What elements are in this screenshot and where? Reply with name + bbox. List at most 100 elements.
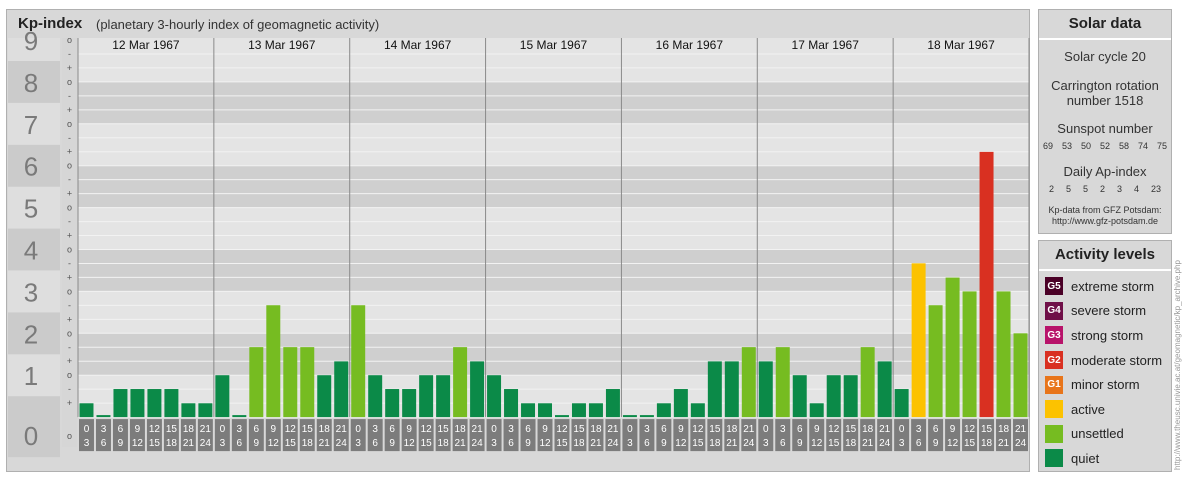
kp-bar xyxy=(826,375,841,418)
interval-end-label: 24 xyxy=(200,438,212,449)
y-tick-label: 8 xyxy=(24,68,38,98)
kp-bar xyxy=(215,375,230,418)
day-label: 18 Mar 1967 xyxy=(927,38,995,52)
interval-end-label: 6 xyxy=(508,438,514,449)
y-minor-tick: + xyxy=(67,231,72,241)
interval-start-label: 18 xyxy=(183,424,195,435)
day-label: 13 Mar 1967 xyxy=(248,38,316,52)
interval-end-label: 3 xyxy=(763,438,769,449)
activity-swatch xyxy=(1045,424,1063,443)
ap-value: 23 xyxy=(1151,184,1162,194)
ap-value: 3 xyxy=(1117,184,1123,194)
interval-start-label: 12 xyxy=(964,424,976,435)
y-tick-label: 6 xyxy=(24,152,38,182)
interval-start-label: 21 xyxy=(200,424,212,435)
y-minor-tick: + xyxy=(67,398,72,408)
interval-start-label: 6 xyxy=(525,424,531,435)
ap-value: 2 xyxy=(1099,184,1105,194)
interval-end-label: 18 xyxy=(302,438,314,449)
interval-start-label: 18 xyxy=(590,424,602,435)
y-tick-label: 7 xyxy=(24,110,38,140)
kp-bar xyxy=(385,389,400,418)
interval-start-label: 6 xyxy=(389,424,395,435)
interval-end-label: 12 xyxy=(811,438,823,449)
interval-end-label: 9 xyxy=(933,438,939,449)
interval-end-label: 18 xyxy=(438,438,450,449)
source-watermark: http://www.theusc.univie.ac.at/geomagnet… xyxy=(1173,260,1182,470)
interval-end-label: 6 xyxy=(916,438,922,449)
y-minor-tick: o xyxy=(67,161,72,171)
interval-end-label: 3 xyxy=(491,438,497,449)
interval-start-label: 9 xyxy=(950,424,956,435)
interval-end-label: 12 xyxy=(268,438,280,449)
ap-value: 2 xyxy=(1048,184,1054,194)
y-minor-tick: + xyxy=(67,356,72,366)
kp-bar xyxy=(911,263,926,418)
day-label: 16 Mar 1967 xyxy=(656,38,724,52)
activity-level-quiet: quiet xyxy=(1039,446,1171,471)
y-minor-tick: o xyxy=(67,328,72,338)
kp-bar xyxy=(79,403,94,418)
kp-bar xyxy=(164,389,179,418)
kp-bar xyxy=(571,403,586,418)
kp-bar xyxy=(521,403,536,418)
interval-start-label: 15 xyxy=(573,424,585,435)
interval-start-label: 15 xyxy=(981,424,993,435)
interval-end-label: 15 xyxy=(285,438,297,449)
interval-end-label: 21 xyxy=(590,438,602,449)
activity-label: strong storm xyxy=(1071,327,1144,343)
sunspot-values: 69 53 50 52 58 74 75 xyxy=(1039,141,1171,151)
interval-end-label: 18 xyxy=(845,438,857,449)
interval-end-label: 24 xyxy=(472,438,484,449)
day-label: 14 Mar 1967 xyxy=(384,38,452,52)
interval-end-label: 3 xyxy=(355,438,361,449)
y-minor-tick: - xyxy=(68,342,71,352)
y-minor-tick: + xyxy=(67,63,72,73)
interval-end-label: 15 xyxy=(556,438,568,449)
level-band xyxy=(78,249,1029,292)
sunspot-value: 74 xyxy=(1138,141,1149,151)
activity-levels-box: Activity levels G5 extreme storm G4 severe … xyxy=(1038,240,1172,472)
kp-bar xyxy=(317,375,332,418)
interval-end-label: 12 xyxy=(539,438,551,449)
day-label: 12 Mar 1967 xyxy=(112,38,180,52)
interval-start-label: 0 xyxy=(491,424,497,435)
interval-start-label: 21 xyxy=(1015,424,1027,435)
kp-bar xyxy=(113,389,128,418)
interval-start-label: 15 xyxy=(845,424,857,435)
interval-start-label: 15 xyxy=(438,424,450,435)
kp-bar xyxy=(622,415,637,418)
kp-bar xyxy=(860,347,875,418)
kp-bar xyxy=(249,347,264,418)
interval-start-label: 21 xyxy=(607,424,619,435)
kp-bar xyxy=(368,375,383,418)
kp-bar xyxy=(181,403,196,418)
credit-line2: http://www.gfz-potsdam.de xyxy=(1051,216,1159,226)
kp-bar xyxy=(436,375,451,418)
kp-bar xyxy=(724,361,739,418)
y-minor-tick: o xyxy=(67,35,72,45)
kp-bar xyxy=(792,375,807,418)
activity-swatch: G2 xyxy=(1045,351,1063,370)
interval-start-label: 18 xyxy=(862,424,874,435)
kp-bar xyxy=(96,415,111,418)
kp-bar xyxy=(962,291,977,418)
sunspot-value: 69 xyxy=(1042,141,1053,151)
y-minor-tick: o xyxy=(67,286,72,296)
y-tick-label: 9 xyxy=(24,26,38,56)
interval-end-label: 24 xyxy=(336,438,348,449)
activity-label: severe storm xyxy=(1071,303,1147,319)
y-minor-tick: - xyxy=(68,258,71,268)
kp-bar xyxy=(758,361,773,418)
interval-start-label: 3 xyxy=(644,424,650,435)
interval-end-label: 3 xyxy=(899,438,905,449)
interval-end-label: 12 xyxy=(132,438,144,449)
activity-label: active xyxy=(1071,401,1105,417)
interval-start-label: 6 xyxy=(933,424,939,435)
kp-bar xyxy=(351,305,366,418)
ap-value: 5 xyxy=(1065,184,1071,194)
y-minor-tick: - xyxy=(68,217,71,227)
interval-start-label: 0 xyxy=(899,424,905,435)
y-minor-tick: - xyxy=(68,300,71,310)
kp-bar xyxy=(130,389,145,418)
